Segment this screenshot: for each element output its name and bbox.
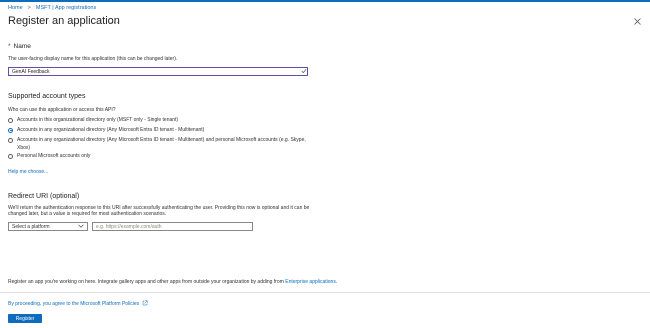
checkmark-icon (301, 68, 307, 76)
radio-button[interactable] (8, 137, 13, 143)
radio-button[interactable] (8, 153, 13, 159)
breadcrumb-separator: > (27, 5, 31, 11)
breadcrumb-app-registrations[interactable]: MSFT | App registrations (36, 5, 96, 11)
register-button[interactable]: Register (8, 314, 42, 323)
radio-label-line2: Xbox) (17, 144, 31, 151)
radio-button-selected[interactable] (8, 127, 13, 133)
platform-policies-link[interactable]: By proceeding, you agree to the Microsof… (8, 300, 148, 308)
chevron-down-icon (78, 224, 84, 230)
radio-button[interactable] (8, 117, 13, 123)
external-link-icon (142, 300, 148, 308)
gallery-note-text: Register an app you're working on here. … (8, 279, 286, 285)
radio-label-multiline: Accounts in any organizational directory… (17, 137, 306, 152)
help-me-choose-link[interactable]: Help me choose... (8, 169, 48, 175)
radio-label: Accounts in this organizational director… (17, 117, 179, 123)
radio-multitenant-personal[interactable]: Accounts in any organizational directory… (8, 137, 306, 152)
radio-label: Personal Microsoft accounts only (17, 153, 91, 159)
platform-select-value: Select a platform (12, 223, 50, 230)
gallery-note-suffix: . (335, 279, 338, 285)
redirect-uri-heading: Redirect URI (optional) (8, 193, 80, 200)
breadcrumb-home[interactable]: Home (8, 5, 23, 11)
top-accent-bar (0, 0, 650, 2)
footer-divider (0, 292, 650, 293)
radio-personal-only[interactable]: Personal Microsoft accounts only (8, 153, 90, 159)
account-types-heading: Supported account types (8, 93, 86, 100)
name-label: * Name (8, 43, 31, 50)
radio-single-tenant[interactable]: Accounts in this organizational director… (8, 117, 178, 123)
page-title: Register an application (8, 15, 120, 27)
radio-label-line1: Accounts in any organizational directory… (17, 137, 306, 143)
more-options-button[interactable]: ... (110, 16, 120, 25)
radio-multitenant[interactable]: Accounts in any organizational directory… (8, 127, 204, 133)
redirect-uri-input[interactable] (92, 222, 253, 231)
close-icon[interactable] (633, 17, 642, 26)
radio-label: Accounts in any organizational directory… (17, 127, 205, 133)
required-marker: * (8, 43, 11, 50)
name-input[interactable] (8, 67, 308, 76)
name-label-text: Name (13, 43, 31, 50)
redirect-description-line2: changed later, but a value is required f… (8, 211, 167, 217)
platform-select[interactable]: Select a platform (8, 222, 88, 231)
gallery-note: Register an app you're working on here. … (8, 279, 337, 285)
name-hint: The user-facing display name for this ap… (8, 56, 178, 62)
platform-policies-text[interactable]: By proceeding, you agree to the Microsof… (8, 301, 139, 307)
enterprise-applications-link[interactable]: Enterprise applications (285, 279, 336, 285)
breadcrumb: Home > MSFT | App registrations (8, 5, 96, 11)
account-types-question: Who can use this application or access t… (8, 107, 116, 113)
